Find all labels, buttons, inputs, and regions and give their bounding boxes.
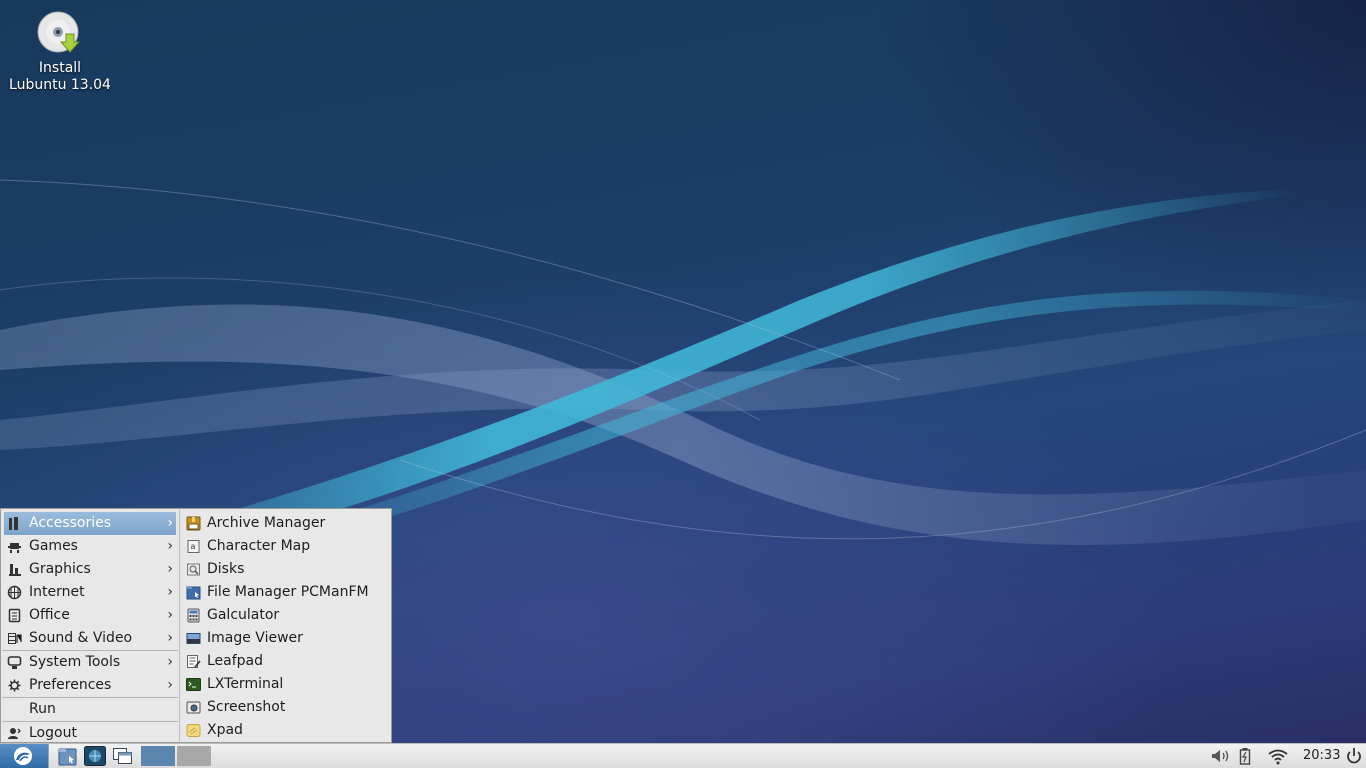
battery-indicator[interactable] [1238, 744, 1252, 768]
terminal-icon [186, 677, 201, 692]
chevron-right-icon: › [167, 538, 173, 554]
menu-item-label: Preferences [29, 677, 112, 693]
submenu-item-leafpad[interactable]: Leafpad [180, 650, 391, 673]
web-browser-icon [84, 746, 106, 766]
menu-item-label: Accessories [29, 515, 112, 531]
chevron-right-icon: › [167, 677, 173, 693]
menu-item-label: Office [29, 607, 70, 623]
submenu-item-lxterminal[interactable]: LXTerminal [180, 673, 391, 696]
file-manager-icon [186, 585, 201, 600]
menu-item-label: System Tools [29, 654, 121, 670]
menu-item-preferences[interactable]: Preferences › [1, 674, 179, 697]
menu-item-accessories[interactable]: Accessories › [4, 512, 176, 535]
battery-charging-icon [1239, 748, 1251, 765]
volume-button[interactable] [1209, 744, 1231, 768]
submenu-item-image-viewer[interactable]: Image Viewer [180, 627, 391, 650]
install-disc-icon [36, 10, 84, 58]
graphics-icon [7, 562, 22, 577]
menu-item-label: Internet [29, 584, 85, 600]
desktop-icon-label-line1: Install [38, 60, 82, 76]
start-menu-button[interactable] [0, 744, 49, 768]
submenu-item-label: Xpad [207, 722, 243, 738]
chevron-right-icon: › [167, 561, 173, 577]
menu-item-label: Logout [29, 725, 77, 741]
power-icon [1347, 748, 1361, 764]
desktop-switcher-2[interactable] [177, 746, 211, 766]
disks-icon [186, 562, 201, 577]
wifi-indicator[interactable] [1266, 744, 1290, 768]
menu-item-office[interactable]: Office › [1, 604, 179, 627]
file-manager-icon [58, 748, 77, 766]
menu-item-system-tools[interactable]: System Tools › [1, 651, 179, 674]
submenu-item-label: LXTerminal [207, 676, 284, 692]
menu-item-label: Graphics [29, 561, 91, 577]
chevron-right-icon: › [167, 584, 173, 600]
submenu-item-archive-manager[interactable]: Archive Manager [180, 512, 391, 535]
screenshot-icon [186, 700, 201, 715]
chevron-right-icon: › [167, 515, 173, 531]
main-menu: Accessories › Games › Graphics › Interne… [0, 508, 180, 743]
submenu-item-xpad[interactable]: Xpad [180, 719, 391, 742]
menu-item-internet[interactable]: Internet › [1, 581, 179, 604]
menu-item-label: Run [29, 701, 56, 717]
submenu-item-disks[interactable]: Disks [180, 558, 391, 581]
menu-item-run[interactable]: Run [1, 698, 179, 721]
taskbar: 20:33 [0, 743, 1366, 768]
submenu-item-label: File Manager PCManFM [207, 584, 369, 600]
monitor-icon [7, 655, 22, 670]
menu-item-sound-video[interactable]: Sound & Video › [1, 627, 179, 650]
accessories-submenu: Archive Manager a Character Map Disks Fi… [179, 508, 392, 743]
clock[interactable]: 20:33 [1303, 744, 1340, 768]
desktop-icon-label-line2: Lubuntu 13.04 [9, 77, 111, 93]
desktop-switcher-1[interactable] [141, 746, 175, 766]
character-map-icon: a [186, 539, 201, 554]
submenu-item-file-manager[interactable]: File Manager PCManFM [180, 581, 391, 604]
menu-item-logout[interactable]: Logout [1, 722, 179, 745]
calculator-icon [186, 608, 201, 623]
launcher-file-manager[interactable] [57, 746, 79, 766]
lubuntu-logo-icon [14, 747, 32, 765]
submenu-item-character-map[interactable]: a Character Map [180, 535, 391, 558]
gear-icon [7, 678, 22, 693]
submenu-item-label: Galculator [207, 607, 280, 623]
logout-user-icon [7, 726, 22, 741]
submenu-item-label: Image Viewer [207, 630, 303, 646]
games-icon [7, 539, 22, 554]
accessories-icon [7, 516, 22, 531]
image-viewer-icon [186, 631, 201, 646]
submenu-item-label: Disks [207, 561, 245, 577]
menu-item-label: Sound & Video [29, 630, 133, 646]
office-document-icon [7, 608, 22, 623]
menu-item-label: Games [29, 538, 78, 554]
launcher-web-browser[interactable] [84, 746, 106, 766]
submenu-item-screenshot[interactable]: Screenshot [180, 696, 391, 719]
menu-item-games[interactable]: Games › [1, 535, 179, 558]
xpad-icon [186, 723, 201, 738]
archive-manager-icon [186, 516, 201, 531]
internet-globe-icon [7, 585, 22, 600]
chevron-right-icon: › [167, 654, 173, 670]
submenu-item-label: Character Map [207, 538, 311, 554]
svg-text:a: a [191, 542, 196, 551]
volume-icon [1212, 750, 1229, 762]
menu-item-graphics[interactable]: Graphics › [1, 558, 179, 581]
chevron-right-icon: › [167, 630, 173, 646]
submenu-item-label: Archive Manager [207, 515, 326, 531]
chevron-right-icon: › [167, 607, 173, 623]
submenu-item-label: Screenshot [207, 699, 286, 715]
sound-video-icon [7, 631, 22, 646]
desktop-icon-install-lubuntu[interactable]: Install Lubuntu 13.04 [8, 10, 112, 94]
submenu-item-label: Leafpad [207, 653, 264, 669]
leafpad-icon [186, 654, 201, 669]
launcher-show-desktop[interactable] [112, 746, 134, 766]
wifi-icon [1268, 749, 1288, 765]
submenu-item-galculator[interactable]: Galculator [180, 604, 391, 627]
show-desktop-icon [113, 748, 132, 764]
power-button[interactable] [1344, 744, 1364, 768]
